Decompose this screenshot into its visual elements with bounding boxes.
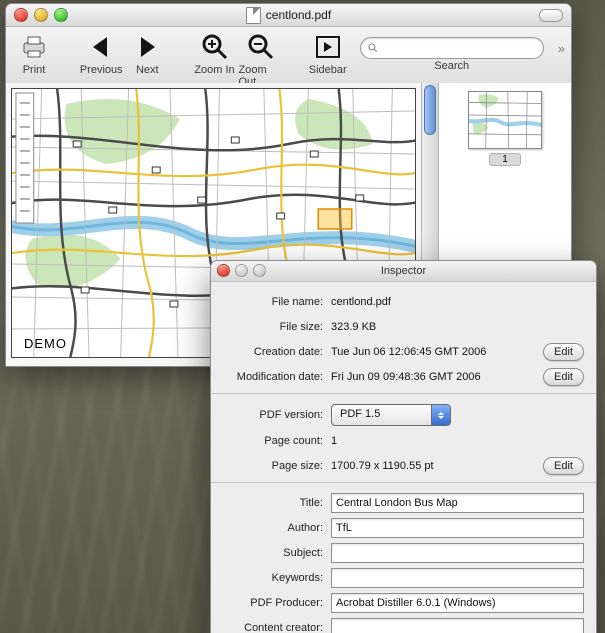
author-field[interactable] (331, 518, 584, 538)
window-controls (14, 8, 68, 22)
thumbnail-page-number: 1 (489, 153, 521, 166)
toolbar-label: Sidebar (309, 64, 347, 76)
label-subject: Subject: (223, 547, 323, 559)
toolbar-overflow-button[interactable]: » (558, 41, 565, 56)
toolbar-label: Next (136, 64, 159, 76)
title-field[interactable] (331, 493, 584, 513)
toolbar-label: Previous (80, 64, 123, 76)
print-button[interactable]: Print (12, 31, 56, 76)
zoom-out-button[interactable]: Zoom Out (239, 31, 283, 88)
inspector-close-button[interactable] (217, 264, 230, 277)
subject-field[interactable] (331, 543, 584, 563)
titlebar[interactable]: centlond.pdf (6, 4, 571, 27)
label-title: Title: (223, 497, 323, 509)
label-keywords: Keywords: (223, 572, 323, 584)
separator (211, 482, 596, 483)
scrollbar-thumb[interactable] (424, 85, 436, 135)
label-content-creator: Content creator: (223, 622, 323, 633)
previous-page-button[interactable]: Previous (79, 31, 123, 76)
toolbar-label: Zoom In (194, 64, 234, 76)
next-page-button[interactable]: Next (125, 31, 169, 76)
magnifier-minus-icon (245, 31, 277, 63)
label-author: Author: (223, 522, 323, 534)
toolbar-toggle-pill[interactable] (539, 9, 563, 22)
content-creator-field[interactable] (331, 618, 584, 633)
label-file-size: File size: (223, 321, 323, 333)
triangle-right-icon (131, 31, 163, 63)
separator (211, 393, 596, 394)
value-file-name: centlond.pdf (331, 296, 584, 308)
page-thumbnail[interactable] (468, 91, 542, 149)
label-file-name: File name: (223, 296, 323, 308)
triangle-left-icon (85, 31, 117, 63)
search-text-field[interactable] (383, 41, 537, 55)
pdf-producer-field[interactable] (331, 593, 584, 613)
toolbar-label: Search (434, 60, 469, 72)
inspector-zoom-button[interactable] (253, 264, 266, 277)
keywords-field[interactable] (331, 568, 584, 588)
label-pdf-version: PDF version: (223, 409, 323, 421)
label-modification-date: Modification date: (223, 371, 323, 383)
search-input[interactable] (360, 37, 544, 59)
document-icon (246, 7, 261, 24)
pdf-version-select[interactable]: PDF 1.5 (331, 404, 451, 426)
value-file-size: 323.9 KB (331, 321, 584, 333)
select-arrows-icon (431, 405, 450, 425)
magnifier-plus-icon (199, 31, 231, 63)
toolbar: Print Previous Next (6, 27, 571, 88)
label-pdf-producer: PDF Producer: (223, 597, 323, 609)
toolbar-label: Print (23, 64, 46, 76)
edit-creation-date-button[interactable]: Edit (543, 343, 584, 361)
minimize-window-button[interactable] (34, 8, 48, 22)
value-modification-date: Fri Jun 09 09:48:36 GMT 2006 (331, 371, 537, 383)
label-creation-date: Creation date: (223, 346, 323, 358)
value-page-count: 1 (331, 435, 584, 447)
label-page-size: Page size: (223, 460, 323, 472)
zoom-in-button[interactable]: Zoom In (193, 31, 237, 88)
sidebar-icon (312, 31, 344, 63)
zoom-window-button[interactable] (54, 8, 68, 22)
pdf-version-value: PDF 1.5 (340, 408, 380, 420)
edit-page-size-button[interactable]: Edit (543, 457, 584, 475)
demo-watermark: DEMO (24, 336, 67, 351)
inspector-window: Inspector File name: centlond.pdf File s… (210, 260, 597, 633)
inspector-title: Inspector (381, 265, 426, 277)
value-creation-date: Tue Jun 06 12:06:45 GMT 2006 (331, 346, 537, 358)
sidebar-toggle-button[interactable]: Sidebar (306, 31, 350, 76)
window-title: centlond.pdf (266, 4, 331, 26)
inspector-minimize-button[interactable] (235, 264, 248, 277)
value-page-size: 1700.79 x 1190.55 pt (331, 460, 537, 472)
inspector-titlebar[interactable]: Inspector (211, 261, 596, 282)
label-page-count: Page count: (223, 435, 323, 447)
printer-icon (18, 31, 50, 63)
search-icon (367, 42, 379, 54)
close-window-button[interactable] (14, 8, 28, 22)
edit-modification-date-button[interactable]: Edit (543, 368, 584, 386)
